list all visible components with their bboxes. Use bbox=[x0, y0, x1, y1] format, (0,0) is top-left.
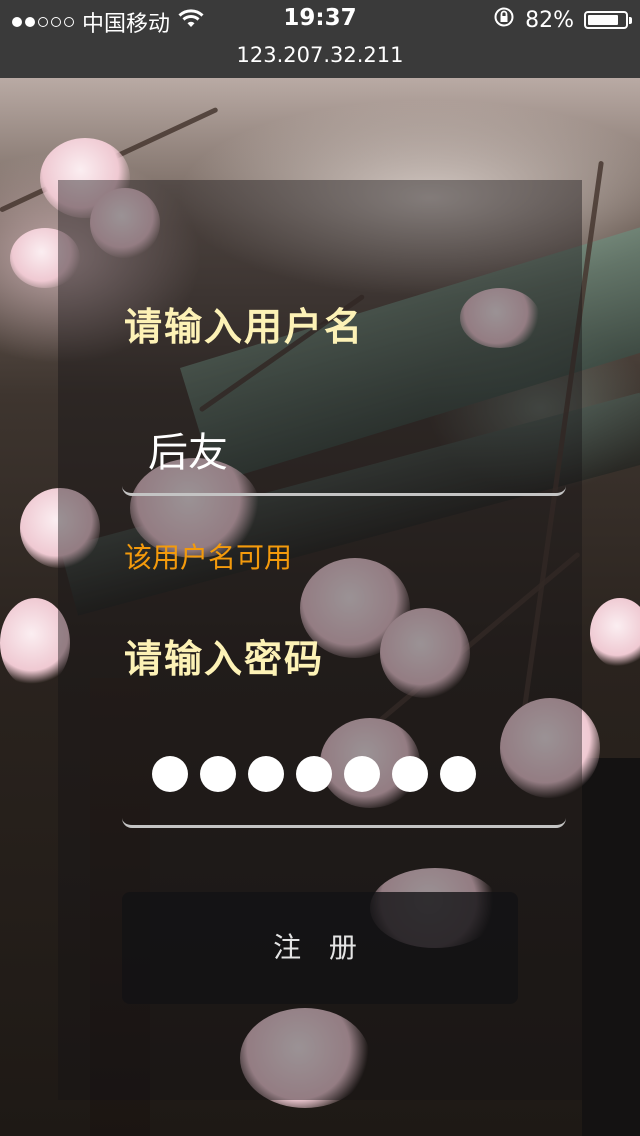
password-dot bbox=[152, 756, 188, 792]
username-available-hint: 该用户名可用 bbox=[124, 541, 293, 574]
battery-icon bbox=[584, 11, 632, 29]
battery-level bbox=[588, 15, 618, 25]
password-dot bbox=[392, 756, 428, 792]
username-field[interactable]: 后友 bbox=[122, 400, 566, 496]
password-dot bbox=[344, 756, 380, 792]
register-button[interactable]: 注 册 bbox=[122, 892, 518, 1004]
rotation-lock-icon bbox=[493, 6, 515, 34]
password-dot bbox=[200, 756, 236, 792]
password-dot bbox=[296, 756, 332, 792]
blossom bbox=[590, 598, 640, 668]
battery-percent: 82% bbox=[525, 7, 574, 33]
url-bar[interactable]: 123.207.32.211 bbox=[0, 40, 640, 78]
password-mask bbox=[152, 756, 476, 792]
password-field[interactable] bbox=[122, 732, 566, 828]
username-value: 后友 bbox=[148, 430, 228, 476]
temple-signboard bbox=[582, 758, 640, 1136]
password-dot bbox=[248, 756, 284, 792]
status-right: 82% bbox=[493, 6, 632, 34]
status-bar: 中国移动 19:37 82% bbox=[0, 0, 640, 40]
password-dot bbox=[440, 756, 476, 792]
password-label: 请输入密码 bbox=[124, 637, 325, 681]
username-label: 请输入用户名 bbox=[124, 305, 365, 349]
